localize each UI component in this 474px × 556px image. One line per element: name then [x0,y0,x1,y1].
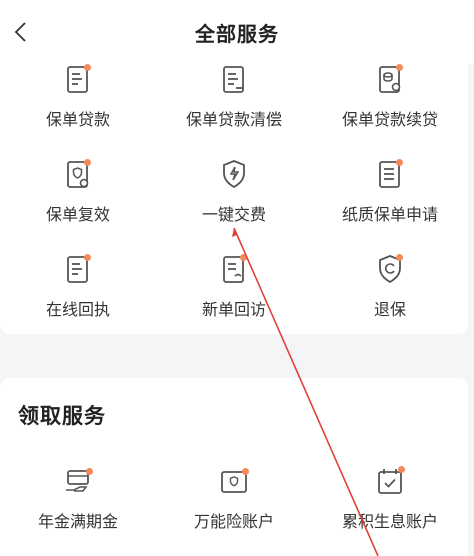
policy-refresh-icon [60,157,96,193]
service-new-policy-visit[interactable]: 新单回访 [156,252,312,320]
document-icon [372,157,408,193]
service-label: 纸质保单申请 [341,205,438,224]
page-title: 全部服务 [195,22,279,46]
document-icon [216,62,252,98]
wallet-icon [216,464,252,500]
service-label: 万能险账户 [193,512,274,531]
service-label: 保单复效 [45,205,110,224]
nav-bar: 全部服务 [0,0,474,64]
shield-refresh-icon [372,252,408,288]
document-icon [60,252,96,288]
service-label: 保单贷款清偿 [185,110,282,129]
claim-services-card: 领取服务 年金满期金 万能险账户 累积生息账户 [0,378,468,556]
service-label: 保单贷款 [45,110,110,129]
card-hand-icon [60,464,96,500]
service-surrender[interactable]: 退保 [312,252,468,320]
service-policy-loan-renew[interactable]: 保单贷款续贷 [312,62,468,130]
shield-lightning-icon [216,157,252,193]
service-label: 年金满期金 [37,512,118,531]
claim-annuity-maturity[interactable]: 年金满期金 [0,464,156,532]
service-label: 在线回执 [45,300,110,319]
claim-universal-account[interactable]: 万能险账户 [156,464,312,532]
service-policy-loan-repay[interactable]: 保单贷款清偿 [156,62,312,130]
service-label: 一键交费 [201,205,266,224]
service-one-click-pay[interactable]: 一键交费 [156,157,312,225]
service-paper-policy[interactable]: 纸质保单申请 [312,157,468,225]
service-online-receipt[interactable]: 在线回执 [0,252,156,320]
section-title: 领取服务 [18,404,106,428]
service-policy-loan[interactable]: 保单贷款 [0,62,156,130]
document-phone-icon [216,252,252,288]
service-label: 保单贷款续贷 [341,110,438,129]
document-icon [60,62,96,98]
document-refresh-icon [372,62,408,98]
service-label: 新单回访 [201,300,266,319]
claim-accumulated-interest[interactable]: 累积生息账户 [312,464,468,532]
calendar-check-icon [372,464,408,500]
service-label: 退保 [373,300,406,319]
service-policy-reinstate[interactable]: 保单复效 [0,157,156,225]
service-label: 累积生息账户 [341,512,438,531]
